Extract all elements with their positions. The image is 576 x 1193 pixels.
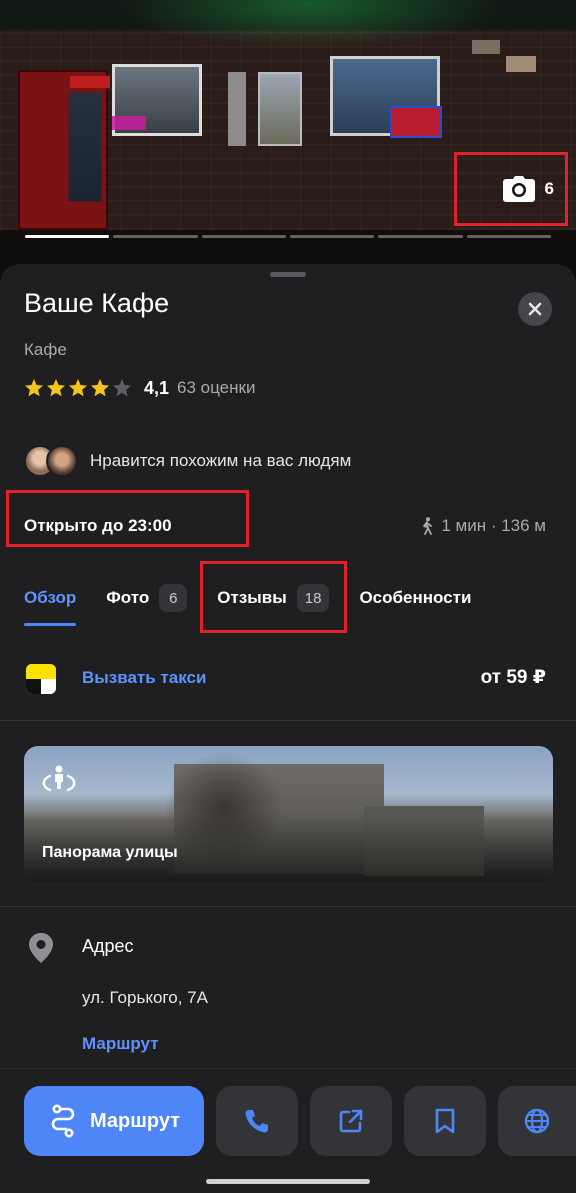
place-card-sheet: Ваше Кафе Кафе 4,1 63 оценки Нравится по… (0, 264, 576, 1193)
walking-distance-text: 1 мин · 136 м (441, 516, 546, 535)
tab-features[interactable]: Особенности (359, 582, 471, 614)
photo-progress-segment (466, 235, 551, 238)
place-photo[interactable]: 6 (0, 0, 576, 285)
call-taxi-link[interactable]: Вызвать такси (82, 668, 206, 688)
route-icon (51, 1104, 75, 1138)
liked-text: Нравится похожим на вас людям (90, 451, 352, 470)
taxi-price: от 59 ₽ (480, 667, 546, 688)
opening-hours[interactable]: Открыто до 23:00 (24, 516, 172, 536)
photo-counter[interactable]: 6 (460, 154, 566, 224)
photo-neon-sign (390, 106, 442, 138)
divider (0, 720, 576, 721)
star-icon (25, 379, 43, 397)
share-icon (339, 1109, 363, 1133)
route-button-label: Маршрут (89, 1109, 181, 1132)
location-pin-icon (29, 933, 53, 963)
photo-fridge (18, 70, 110, 230)
photo-address-plate (472, 40, 500, 54)
address-value[interactable]: ул. Горького, 7А (82, 988, 208, 1008)
photo-light (120, 0, 500, 50)
tab-label: Обзор (24, 588, 77, 607)
share-button[interactable] (310, 1086, 392, 1156)
place-category: Кафе (24, 340, 67, 359)
close-icon (528, 302, 542, 316)
tab-reviews[interactable]: Отзывы 18 (217, 582, 330, 614)
photo-window (258, 72, 302, 146)
place-tabs: Обзор Фото 6 Отзывы 18 Особенности (24, 582, 501, 626)
star-icon (47, 379, 65, 397)
close-button[interactable] (518, 292, 552, 326)
walking-icon (423, 517, 433, 535)
photo-door (228, 72, 246, 146)
tab-badge: 6 (159, 584, 188, 612)
rating-stars (24, 378, 132, 398)
taxi-logo-icon (26, 664, 56, 694)
photo-count: 6 (544, 179, 554, 198)
tab-label: Отзывы (217, 588, 287, 607)
address-route-link[interactable]: Маршрут (82, 1034, 159, 1054)
photo-neon-sign (112, 116, 146, 130)
rating-value: 4,1 (144, 377, 170, 398)
avatar (46, 445, 78, 477)
tab-label: Фото (106, 588, 150, 607)
photo-progress-segment (289, 235, 375, 238)
route-button[interactable]: Маршрут (24, 1086, 204, 1156)
tab-badge: 18 (296, 584, 330, 612)
rating-count: 63 оценки (177, 378, 256, 397)
divider (0, 906, 576, 907)
star-icon (69, 379, 87, 397)
liked-by-similar-row[interactable]: Нравится похожим на вас людям (24, 444, 351, 478)
photo-progress-segment (25, 235, 110, 238)
place-title: Ваше Кафе (24, 288, 170, 318)
panorama-icon (42, 765, 76, 792)
bookmark-button[interactable] (404, 1086, 486, 1156)
star-icon (113, 379, 131, 397)
panorama-label: Панорама улицы (42, 844, 178, 861)
tab-photos[interactable]: Фото 6 (106, 582, 188, 614)
photo-progress (25, 235, 551, 239)
home-indicator[interactable] (206, 1179, 370, 1184)
globe-icon (524, 1108, 550, 1134)
star-icon (91, 379, 109, 397)
photo-address-plate (506, 56, 536, 72)
rating-row[interactable]: 4,1 63 оценки (24, 376, 255, 400)
website-button[interactable] (498, 1086, 576, 1156)
taxi-row[interactable]: Вызвать такси от 59 ₽ (0, 654, 576, 720)
photo-progress-segment (378, 235, 463, 238)
bookmark-icon (435, 1108, 455, 1134)
photo-progress-segment (113, 235, 198, 238)
walking-distance: 1 мин · 136 м (419, 516, 546, 536)
camera-icon (502, 176, 535, 202)
sheet-drag-handle[interactable] (270, 272, 306, 277)
street-panorama-card[interactable]: Панорама улицы (24, 746, 553, 882)
phone-icon (245, 1110, 268, 1133)
action-bar: Маршрут (0, 1068, 576, 1193)
tab-label: Особенности (359, 588, 472, 607)
address-title: Адрес (82, 936, 134, 956)
tab-overview[interactable]: Обзор (24, 582, 77, 626)
call-button[interactable] (216, 1086, 298, 1156)
photo-progress-segment (201, 235, 286, 238)
avatar-group (24, 444, 80, 478)
